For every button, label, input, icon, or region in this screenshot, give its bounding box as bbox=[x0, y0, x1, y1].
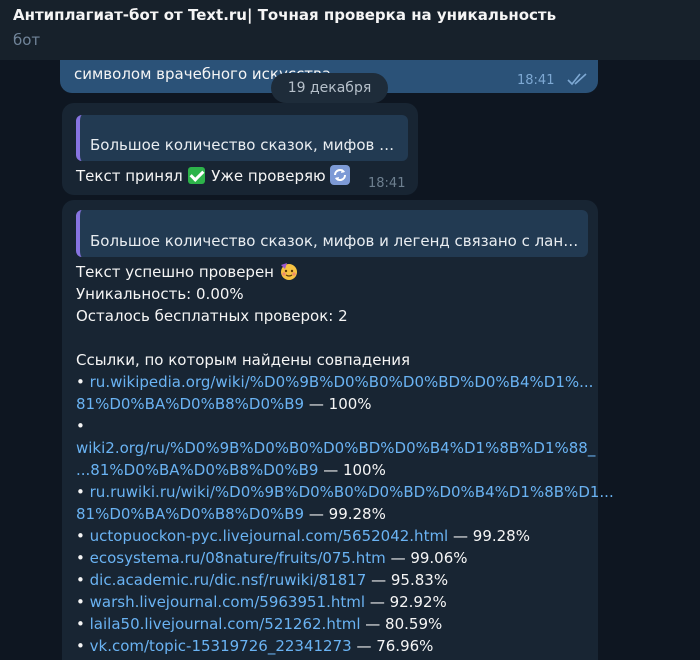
list-item: • bbox=[76, 417, 85, 435]
match-link[interactable]: warsh.livejournal.com/5963951.html bbox=[90, 593, 365, 611]
chat-header[interactable]: Антиплагиат-бот от Text.ru| Точная прове… bbox=[0, 0, 700, 60]
message-time: 18:41 bbox=[368, 176, 406, 191]
check-mark-emoji bbox=[188, 167, 206, 184]
match-link-cont[interactable]: 81%D0%BA%D0%B8%D0%B9 bbox=[76, 395, 304, 413]
match-link[interactable]: vk.com/topic-15319726_22341273 bbox=[90, 637, 352, 655]
match-percent: — 92.92% bbox=[369, 593, 447, 611]
list-item-cont: ...81%D0%BA%D0%B8%D0%B9 — 100% bbox=[76, 459, 386, 481]
list-item: • ru.ruwiki.ru/wiki/%D0%9B%D0%B0%D0%BD%D… bbox=[76, 483, 614, 501]
match-percent: — 95.83% bbox=[371, 571, 449, 589]
incoming-message[interactable]: Большое количество сказок, мифов и... Те… bbox=[62, 103, 418, 195]
match-percent: — 80.59% bbox=[365, 615, 443, 633]
match-percent: — 100% bbox=[323, 461, 386, 479]
reply-quote[interactable]: Большое количество сказок, мифов и леген… bbox=[76, 210, 588, 257]
match-link[interactable]: ru.ruwiki.ru/wiki/%D0%9B%D0%B0%D0%BD%D0%… bbox=[90, 483, 614, 501]
match-percent: — 99.28% bbox=[453, 527, 530, 545]
list-item: • laila50.livejournal.com/521262.html — … bbox=[76, 615, 443, 633]
list-item: • dic.academic.ru/dic.nsf/ruwiki/81817 —… bbox=[76, 571, 449, 589]
match-link[interactable]: ru.wikipedia.org/wiki/%D0%9B%D0%B0%D0%BD… bbox=[90, 373, 594, 391]
result-status-text: Текст успешно проверен bbox=[76, 263, 274, 281]
list-item: • warsh.livejournal.com/5963951.html — 9… bbox=[76, 593, 447, 611]
message-list[interactable]: символом врачебного искусства. 18:41 19 … bbox=[0, 60, 700, 660]
links-header: Ссылки, по которым найдены совпадения bbox=[76, 351, 411, 369]
match-link[interactable]: uctopuockon-pyc.livejournal.com/5652042.… bbox=[90, 527, 449, 545]
refresh-emoji bbox=[330, 165, 351, 185]
party-face-emoji bbox=[279, 261, 299, 281]
match-percent: — 76.96% bbox=[356, 637, 434, 655]
message-text-b: Уже проверяю bbox=[211, 167, 326, 185]
match-link[interactable]: ecosystema.ru/08nature/fruits/075.htm bbox=[90, 549, 386, 567]
match-percent: — 99.06% bbox=[390, 549, 468, 567]
list-item-cont: wiki2.org/ru/%D0%9B%D0%B0%D0%BD%D0%B4%D1… bbox=[76, 437, 595, 459]
match-link[interactable]: dic.academic.ru/dic.nsf/ruwiki/81817 bbox=[90, 571, 367, 589]
double-check-icon bbox=[567, 73, 587, 86]
date-separator: 19 декабря bbox=[271, 73, 388, 103]
message-text: Текст принял Уже проверяю bbox=[76, 165, 351, 187]
uniqueness-value: Уникальность: 0.00% bbox=[76, 285, 244, 303]
match-link[interactable]: laila50.livejournal.com/521262.html bbox=[90, 615, 361, 633]
message-time: 18:41 bbox=[517, 73, 555, 88]
list-item-cont: 81%D0%BA%D0%B8%D0%B9 — 100% bbox=[76, 393, 372, 415]
result-status: Текст успешно проверен bbox=[76, 261, 299, 283]
reply-quote-text: Большое количество сказок, мифов и... bbox=[90, 136, 400, 154]
reply-quote[interactable]: Большое количество сказок, мифов и... bbox=[76, 115, 408, 161]
match-link-cont[interactable]: ...81%D0%BA%D0%B8%D0%B9 bbox=[76, 461, 318, 479]
remaining-checks: Осталось бесплатных проверок: 2 bbox=[76, 307, 348, 325]
match-link-cont[interactable]: 81%D0%BA%D0%B8%D0%B9 bbox=[76, 505, 304, 523]
list-item: • ecosystema.ru/08nature/fruits/075.htm … bbox=[76, 549, 468, 567]
match-link[interactable]: wiki2.org/ru/%D0%9B%D0%B0%D0%BD%D0%B4%D1… bbox=[76, 439, 595, 457]
message-text-a: Текст принял bbox=[76, 167, 183, 185]
match-percent: — 100% bbox=[308, 395, 372, 413]
chat-title: Антиплагиат-бот от Text.ru| Точная прове… bbox=[13, 6, 557, 24]
list-item: • ru.wikipedia.org/wiki/%D0%9B%D0%B0%D0%… bbox=[76, 373, 594, 391]
incoming-message[interactable]: Большое количество сказок, мифов и леген… bbox=[62, 200, 614, 660]
list-item: • uctopuockon-pyc.livejournal.com/565204… bbox=[76, 527, 530, 545]
list-item: • vk.com/topic-15319726_22341273 — 76.96… bbox=[76, 637, 434, 655]
reply-quote-text: Большое количество сказок, мифов и леген… bbox=[90, 232, 580, 250]
chat-subtitle: бот bbox=[13, 31, 41, 49]
list-item-cont: 81%D0%BA%D0%B8%D0%B9 — 99.28% bbox=[76, 503, 386, 525]
match-percent: — 99.28% bbox=[308, 505, 386, 523]
